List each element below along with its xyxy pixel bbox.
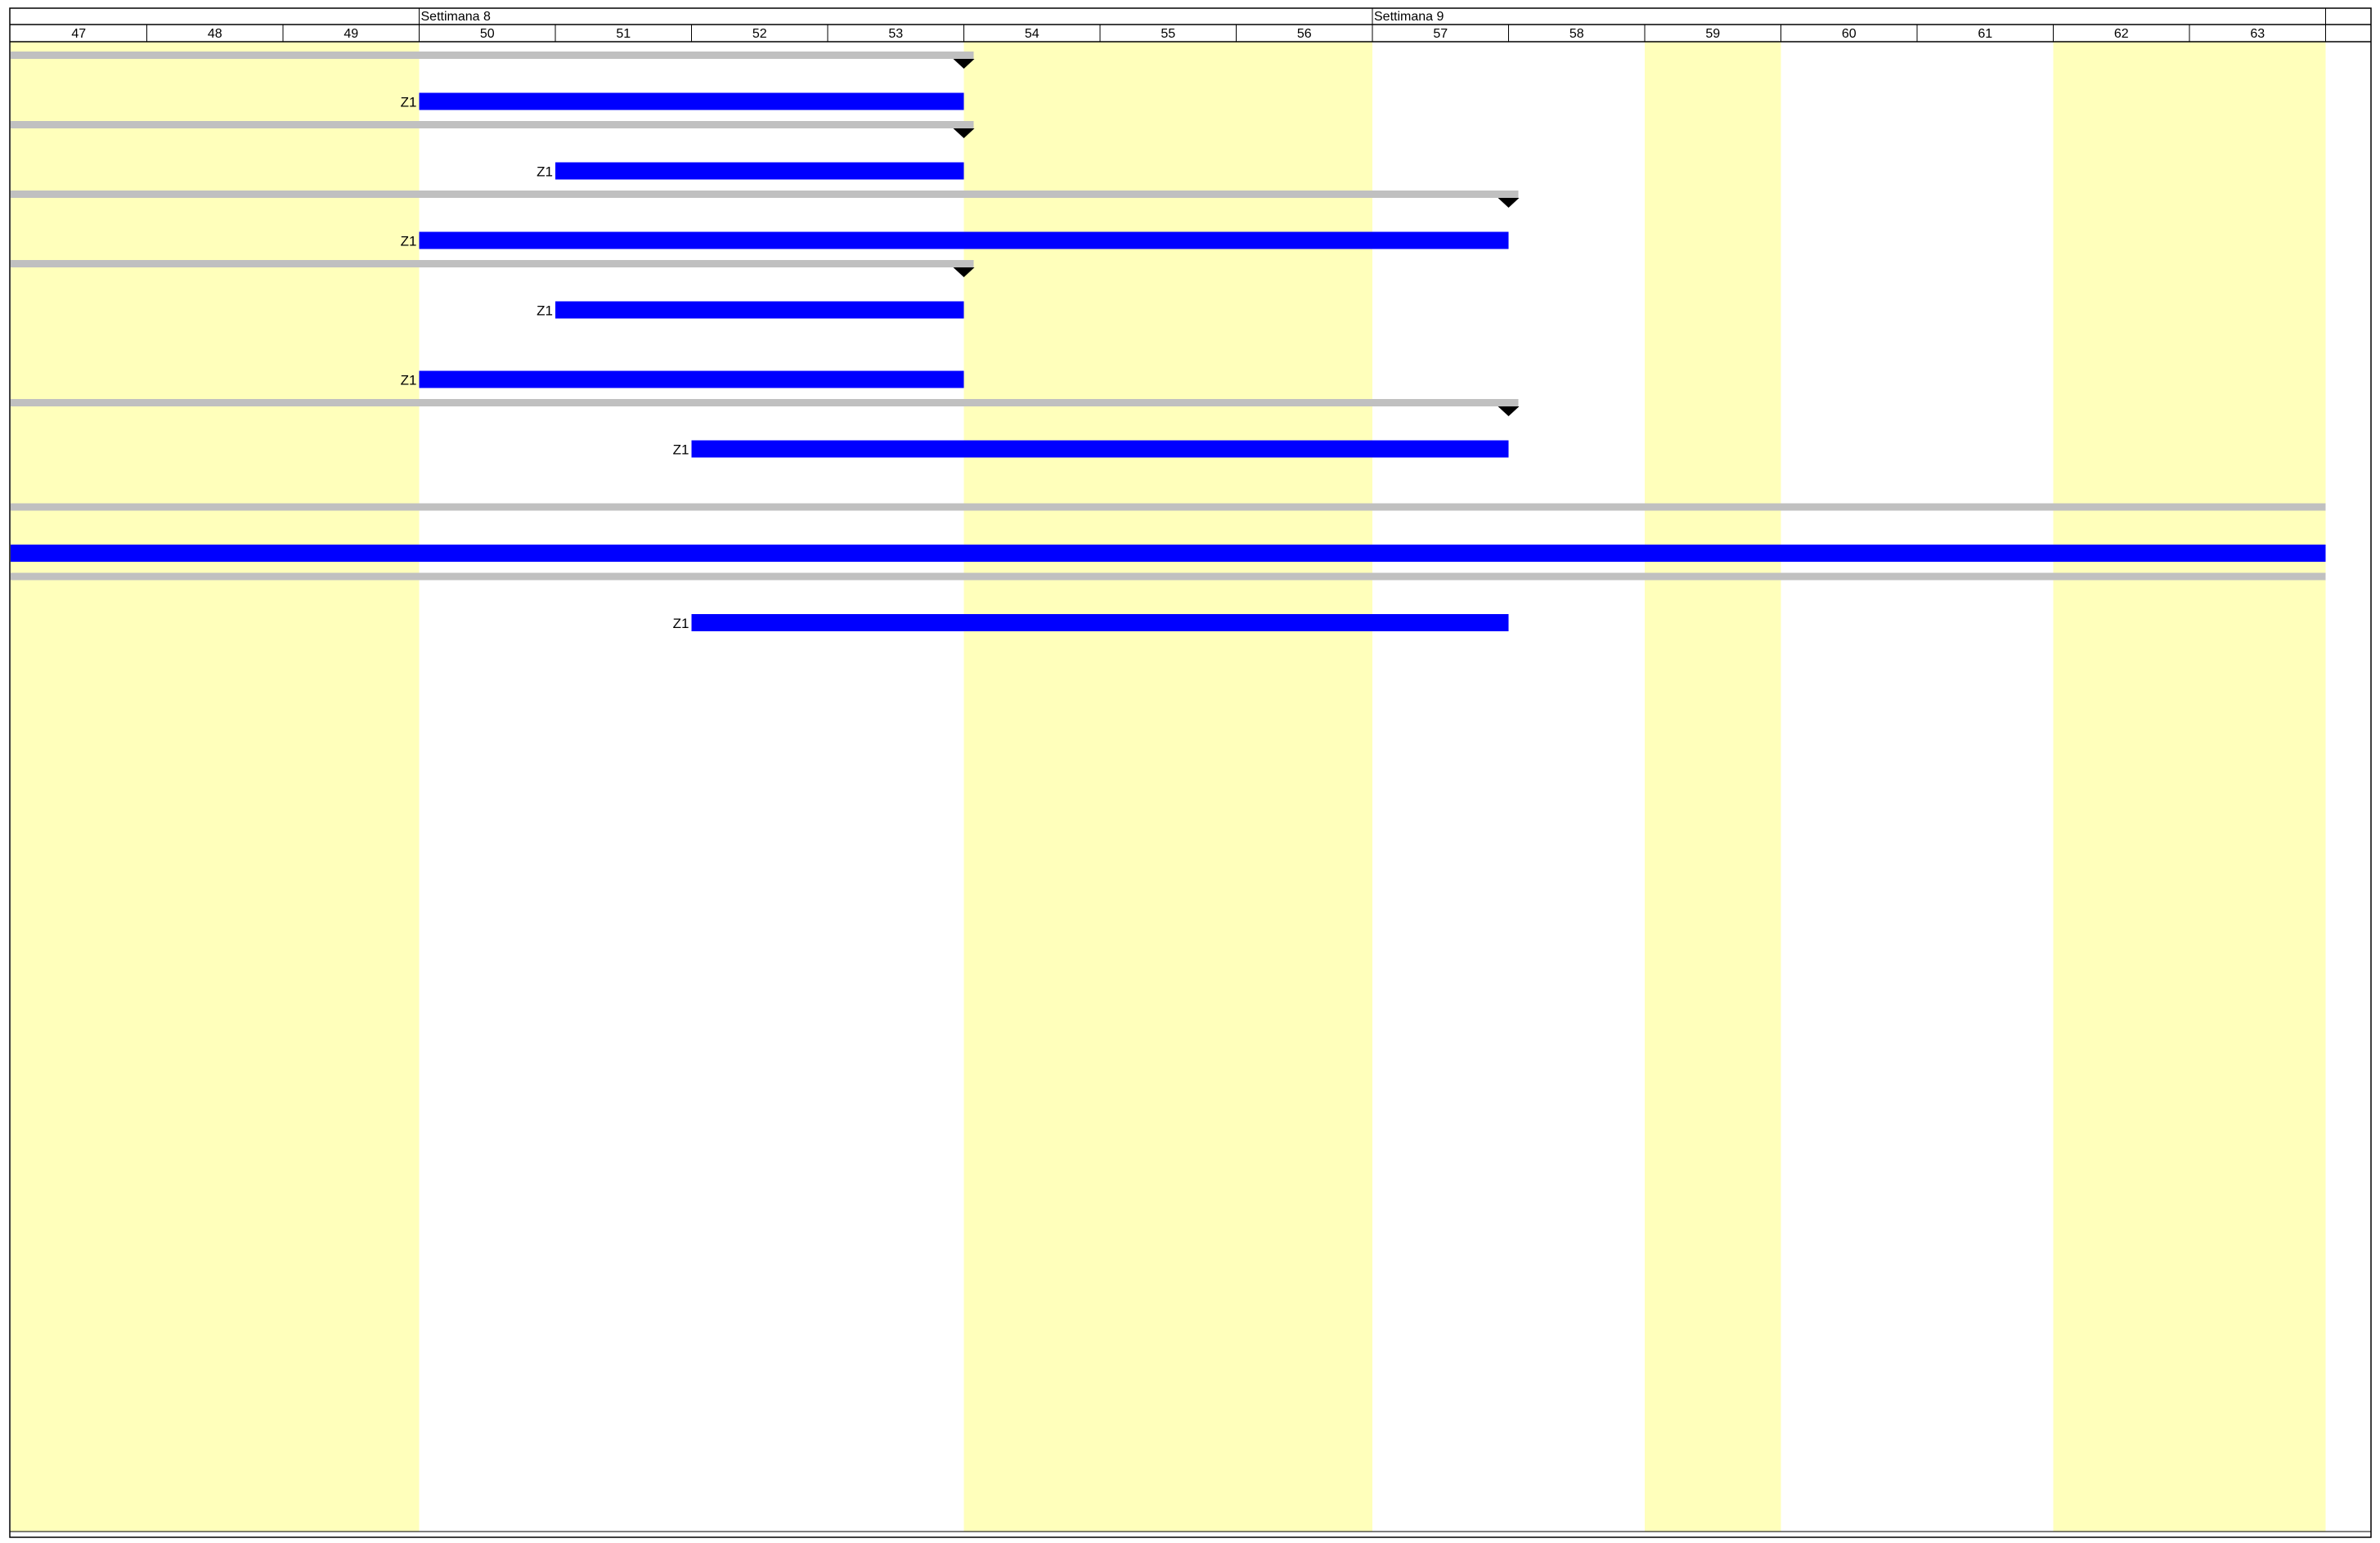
day-label: 58 [1569, 27, 1584, 41]
task-label: Z1 [537, 303, 553, 319]
day-label: 57 [1433, 27, 1448, 41]
non-working-day-band [1236, 42, 1372, 1532]
day-label: 61 [1978, 27, 1992, 41]
task-label: Z1 [537, 164, 553, 180]
task-label: Z1 [401, 95, 417, 110]
milestone-marker [1498, 406, 1520, 416]
summary-bar [11, 260, 974, 267]
task-label: Z1 [673, 616, 689, 631]
day-label: 62 [2114, 27, 2129, 41]
day-label: 54 [1025, 27, 1040, 41]
week-label: Settimana 9 [1374, 10, 1444, 24]
non-working-day-band [1100, 42, 1237, 1532]
milestone-marker [1498, 198, 1520, 208]
task-bar [555, 301, 964, 319]
summary-bar [11, 399, 1519, 406]
gantt-chart: Z1 Z1 Z1 Z1 Z1 Z1 Z1 47 48 49 50 51 52 53 54 55 56 57 58 5… [9, 7, 2372, 1538]
day-label: 48 [208, 27, 222, 41]
non-working-day-band [2053, 42, 2189, 1532]
day-label: 60 [1842, 27, 1857, 41]
day-label: 63 [2250, 27, 2265, 41]
task-bar [419, 231, 1509, 249]
non-working-day-band [1645, 42, 1781, 1532]
timeline-header: 47 48 49 50 51 52 53 54 55 56 57 58 59 60 61 62 63 Settim… [10, 8, 2371, 43]
week-label: Settimana 8 [421, 10, 491, 24]
summary-bar [11, 121, 974, 128]
day-label: 53 [888, 27, 903, 41]
summary-bar [11, 503, 2326, 511]
task-label: Z1 [401, 373, 417, 388]
summary-bar [11, 572, 2326, 581]
task-bar [419, 92, 964, 110]
summary-bar [11, 52, 974, 59]
task-bar [419, 370, 964, 388]
day-label: 59 [1705, 27, 1720, 41]
day-label: 49 [344, 27, 358, 41]
non-working-day-band [2189, 42, 2326, 1532]
summary-bar [11, 191, 1519, 198]
task-bar [691, 440, 1509, 458]
day-label: 47 [71, 27, 86, 41]
day-label: 56 [1297, 27, 1312, 41]
task-bar [555, 162, 964, 180]
day-label: 50 [480, 27, 495, 41]
task-bar [11, 545, 2326, 562]
task-label: Z1 [673, 442, 689, 458]
task-bar [691, 614, 1509, 631]
task-label: Z1 [401, 234, 417, 249]
day-label: 51 [616, 27, 631, 41]
non-working-day-band [963, 42, 1100, 1532]
day-label: 52 [752, 27, 767, 41]
day-label: 55 [1161, 27, 1175, 41]
